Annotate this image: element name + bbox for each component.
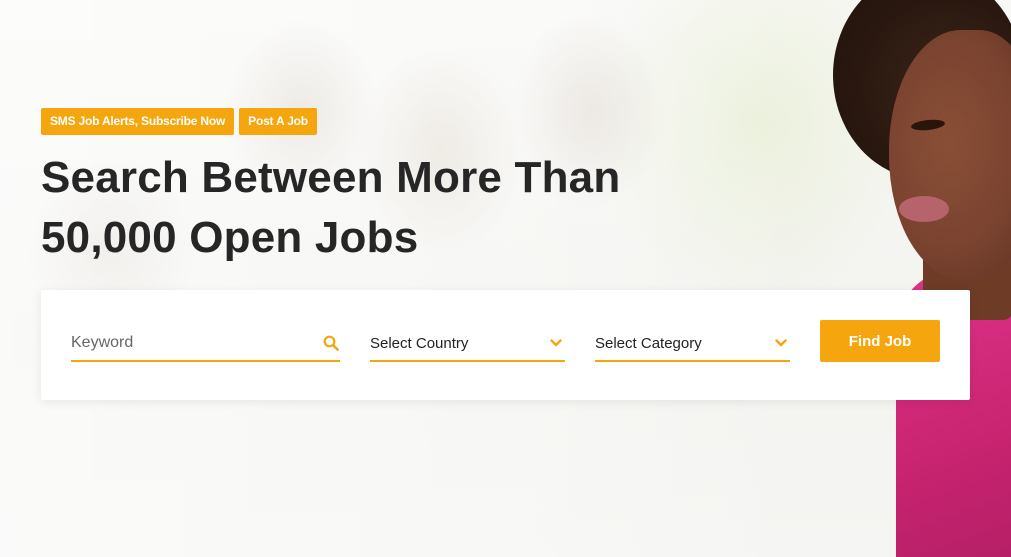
hero-person-image — [811, 0, 1011, 557]
hero-headline: Search Between More Than 50,000 Open Job… — [41, 148, 620, 268]
sms-alerts-button[interactable]: SMS Job Alerts, Subscribe Now — [41, 108, 235, 135]
chevron-down-icon — [547, 334, 565, 352]
country-select[interactable]: Select Country — [370, 326, 565, 362]
headline-line-2: 50,000 Open Jobs — [41, 213, 419, 262]
category-select-value: Select Category — [595, 334, 702, 352]
find-job-button[interactable]: Find Job — [820, 320, 940, 362]
search-icon[interactable] — [322, 334, 340, 352]
keyword-field — [71, 326, 340, 362]
category-select[interactable]: Select Category — [595, 326, 790, 362]
headline-line-1: Search Between More Than — [41, 153, 621, 202]
job-search-panel: Select Country Select Category Find Job — [41, 290, 970, 400]
chevron-down-icon — [772, 334, 790, 352]
hero-badges: SMS Job Alerts, Subscribe Now Post A Job — [41, 108, 620, 135]
hero-content: SMS Job Alerts, Subscribe Now Post A Job… — [41, 108, 620, 268]
post-job-button[interactable]: Post A Job — [239, 108, 317, 135]
country-select-value: Select Country — [370, 334, 469, 352]
keyword-input[interactable] — [71, 334, 322, 352]
